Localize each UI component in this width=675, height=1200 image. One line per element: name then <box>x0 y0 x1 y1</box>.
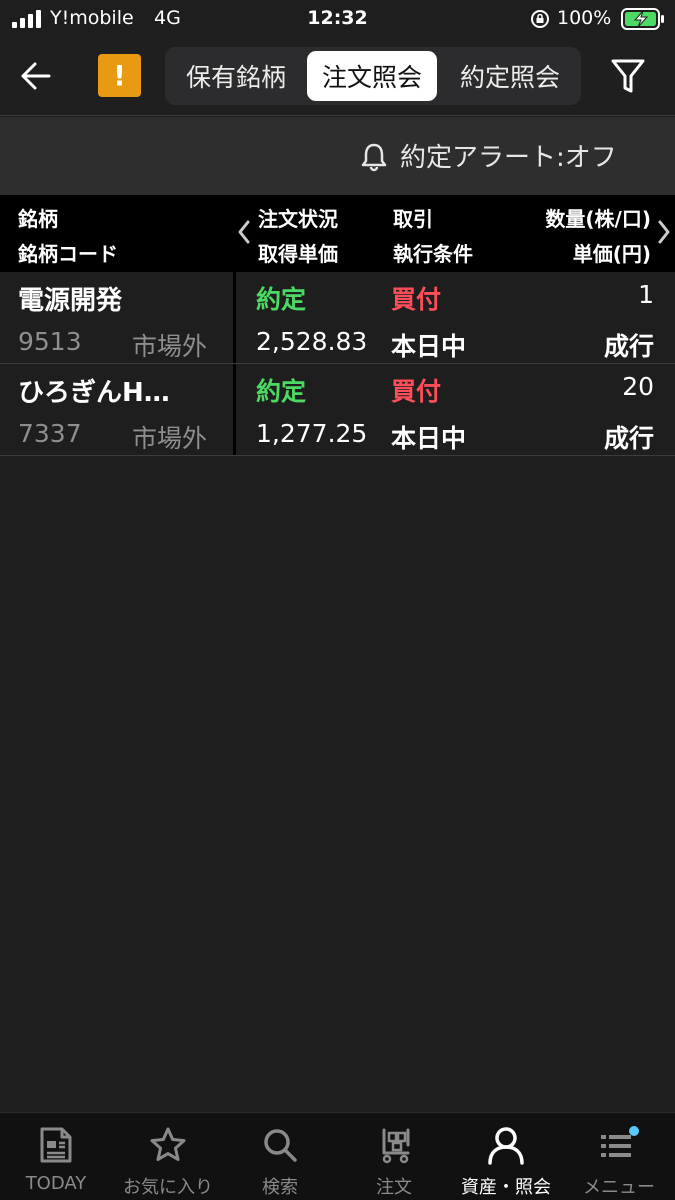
col-trade: 取引 <box>393 207 433 231</box>
star-icon <box>112 1125 224 1165</box>
unit-price: 成行 <box>603 332 654 361</box>
tab-holdings[interactable]: 保有銘柄 <box>169 51 303 101</box>
column-divider <box>233 364 236 455</box>
back-arrow-icon <box>21 62 51 90</box>
tab-label: メニュー <box>583 1177 655 1198</box>
filter-button[interactable] <box>606 54 650 98</box>
col-stock-code: 銘柄コード <box>18 242 118 266</box>
market: 市場外 <box>132 332 208 361</box>
trade-type: 買付 <box>391 377 442 406</box>
market: 市場外 <box>132 424 208 453</box>
view-segmented-control: 保有銘柄 注文照会 約定照会 <box>165 47 581 105</box>
search-icon <box>224 1125 336 1165</box>
tab-search[interactable]: 検索 <box>224 1113 336 1200</box>
table-row[interactable]: 電源開発 9513 市場外 約定 2,528.83 買付 本日中 1 成行 <box>0 272 675 364</box>
column-divider <box>233 272 236 363</box>
tab-label: 資産・照会 <box>461 1177 551 1198</box>
chevron-right-icon[interactable] <box>656 219 672 250</box>
tab-label: 注文 <box>376 1177 412 1198</box>
col-execution-condition: 執行条件 <box>393 242 473 266</box>
chevron-left-icon[interactable] <box>236 219 252 250</box>
notification-dot <box>629 1126 639 1136</box>
tab-today[interactable]: TODAY <box>0 1113 112 1200</box>
cart-icon <box>338 1125 450 1165</box>
table-row[interactable]: ひろぎんH… 7337 市場外 約定 1,277.25 買付 本日中 20 成行 <box>0 364 675 456</box>
unit-price: 成行 <box>603 424 654 453</box>
quantity: 1 <box>638 280 654 309</box>
table-header: 銘柄 銘柄コード 注文状況 取得単価 取引 執行条件 数量(株/口) 単価(円) <box>0 195 675 272</box>
bell-icon <box>360 142 388 176</box>
battery-charging-icon <box>621 8 665 34</box>
tab-label: TODAY <box>25 1173 87 1194</box>
status-bar: Y!mobile 4G 12:32 100% <box>0 0 675 38</box>
stock-code: 7337 <box>18 419 82 448</box>
execution-condition: 本日中 <box>391 332 467 361</box>
col-order-status: 注文状況 <box>258 207 338 231</box>
battery-percentage: 100% <box>557 7 612 29</box>
tab-label: 検索 <box>262 1177 298 1198</box>
screen: Y!mobile 4G 12:32 100% ! 保有銘柄 注文照会 約定照会 … <box>0 0 675 1200</box>
trade-type: 買付 <box>391 285 442 314</box>
tab-menu[interactable]: メニュー <box>563 1113 675 1200</box>
tab-order-inquiry[interactable]: 注文照会 <box>307 51 437 101</box>
bottom-tab-bar: TODAY お気に入り 検索 注文 資産・照会 メニュー <box>0 1112 675 1200</box>
tab-order[interactable]: 注文 <box>338 1113 450 1200</box>
col-unit-price: 単価(円) <box>572 242 651 266</box>
tab-execution-inquiry[interactable]: 約定照会 <box>443 51 577 101</box>
tab-assets-inquiry[interactable]: 資産・照会 <box>450 1113 562 1200</box>
back-button[interactable] <box>14 54 58 98</box>
quantity: 20 <box>622 372 654 401</box>
warning-icon: ! <box>113 59 126 92</box>
person-icon <box>450 1125 562 1165</box>
execution-alert-toggle[interactable]: 約定アラート:オフ <box>400 137 617 174</box>
stock-code: 9513 <box>18 327 82 356</box>
stock-name: 電源開発 <box>18 286 123 316</box>
tab-favorites[interactable]: お気に入り <box>112 1113 224 1200</box>
col-quantity: 数量(株/口) <box>545 207 651 231</box>
header: ! 保有銘柄 注文照会 約定照会 <box>0 38 675 116</box>
acquisition-price: 1,277.25 <box>256 419 368 448</box>
col-acquisition-price: 取得単価 <box>258 242 338 266</box>
filter-icon <box>611 59 645 93</box>
execution-alert-bar: 約定アラート:オフ <box>0 117 675 195</box>
rotation-lock-icon <box>530 9 550 33</box>
col-stock: 銘柄 <box>18 207 58 231</box>
tab-label: お気に入り <box>123 1177 213 1198</box>
warning-button[interactable]: ! <box>98 54 141 97</box>
order-status: 約定 <box>256 377 307 406</box>
stock-name: ひろぎんH… <box>18 378 170 408</box>
menu-icon <box>563 1125 675 1165</box>
execution-condition: 本日中 <box>391 424 467 453</box>
order-status: 約定 <box>256 285 307 314</box>
news-icon <box>0 1125 112 1165</box>
acquisition-price: 2,528.83 <box>256 327 368 356</box>
